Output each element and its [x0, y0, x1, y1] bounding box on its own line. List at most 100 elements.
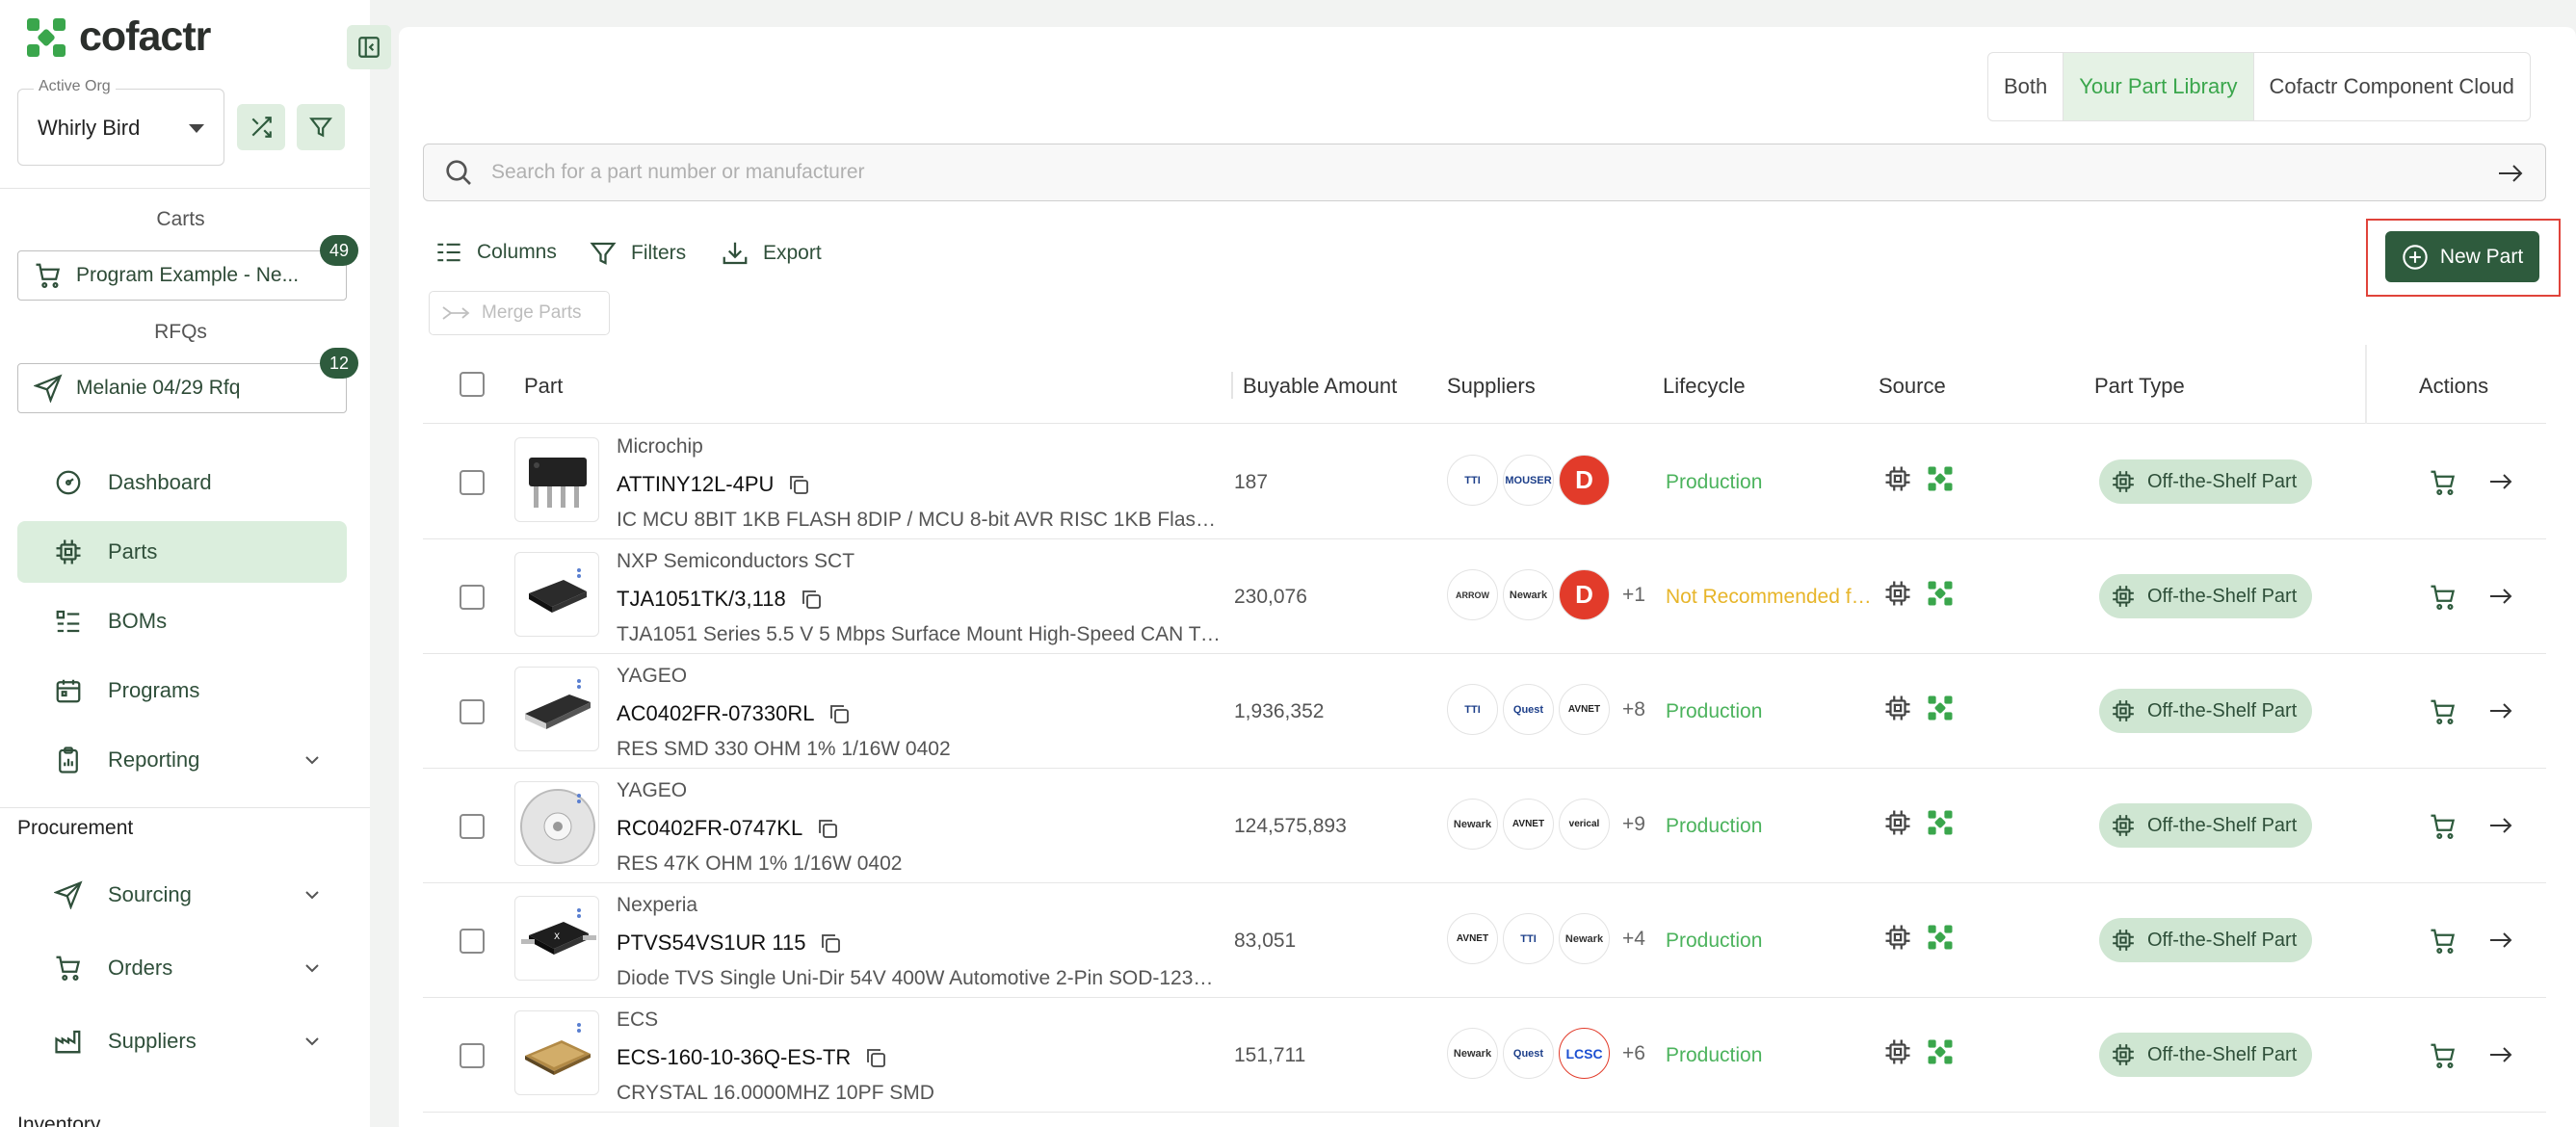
supplier-logos: Newark AVNET verical +9	[1447, 799, 1645, 850]
supplier-logos: TTI Quest AVNET +8	[1447, 684, 1645, 735]
nav-reporting[interactable]: Reporting	[17, 729, 347, 791]
org-filter-button[interactable]	[297, 104, 345, 150]
row-checkbox[interactable]	[460, 470, 485, 495]
row-checkbox[interactable]	[460, 585, 485, 610]
nav-suppliers[interactable]: Suppliers	[17, 1010, 347, 1072]
add-to-cart-icon[interactable]	[2429, 927, 2458, 956]
cofactr-source-icon	[1928, 925, 1953, 950]
header-suppliers[interactable]: Suppliers	[1447, 374, 1536, 399]
copy-icon[interactable]	[828, 702, 851, 725]
supplier-logo: verical	[1559, 799, 1610, 850]
factory-icon	[55, 1030, 81, 1054]
header-buyable-amount[interactable]: Buyable Amount	[1243, 374, 1397, 399]
toggle-both[interactable]: Both	[1988, 53, 2064, 120]
rfq-count-badge: 12	[320, 348, 358, 379]
copy-icon[interactable]	[819, 931, 842, 955]
search-icon	[446, 160, 471, 185]
part-number: RC0402FR-0747KL	[617, 816, 839, 841]
add-to-cart-icon[interactable]	[2429, 1041, 2458, 1070]
supplier-logos: TTI MOUSER D	[1447, 455, 1622, 506]
buyable-amount: 1,936,352	[1234, 700, 1325, 722]
buyable-amount: 151,711	[1234, 1044, 1306, 1066]
open-part-arrow-icon[interactable]	[2488, 699, 2513, 722]
header-part[interactable]: Part	[524, 374, 563, 399]
copy-icon[interactable]	[864, 1046, 887, 1069]
new-part-button[interactable]: New Part	[2385, 231, 2539, 282]
active-cart-button[interactable]: Program Example - Ne...	[17, 250, 347, 301]
nav-dashboard[interactable]: Dashboard	[17, 452, 347, 513]
chevron-down-icon	[305, 891, 319, 900]
nav-sourcing[interactable]: Sourcing	[17, 864, 347, 926]
export-button[interactable]: Export	[721, 239, 822, 268]
list-icon	[56, 610, 80, 633]
active-rfq-name: Melanie 04/29 Rfq	[76, 377, 241, 399]
header-source[interactable]: Source	[1879, 374, 1946, 399]
supplier-logo: D	[1559, 455, 1610, 506]
copy-icon[interactable]	[816, 817, 839, 840]
chip-icon	[56, 539, 81, 564]
table-row[interactable]: X Nexperia PTVS54VS1UR 115 Diode TVS Sin…	[423, 884, 2546, 998]
open-part-arrow-icon[interactable]	[2488, 470, 2513, 493]
supplier-logos: ARROW Newark D +1	[1447, 569, 1645, 620]
nav-boms[interactable]: BOMs	[17, 590, 347, 652]
table-row[interactable]: Microchip ATTINY12L-4PU IC MCU 8BIT 1KB …	[423, 426, 2546, 539]
rfqs-heading: RFQs	[154, 321, 207, 343]
search-input[interactable]	[491, 161, 2466, 184]
add-to-cart-icon[interactable]	[2429, 583, 2458, 612]
chip-icon	[2113, 586, 2134, 607]
supplier-logo: D	[1559, 569, 1610, 620]
table-row[interactable]: YAGEO RC0402FR-0747KL RES 47K OHM 1% 1/1…	[423, 770, 2546, 883]
column-separator	[1231, 372, 1233, 399]
open-part-arrow-icon[interactable]	[2488, 814, 2513, 837]
cofactr-logo[interactable]: cofactr	[23, 13, 211, 61]
manufacturer: YAGEO	[617, 779, 688, 801]
select-all-checkbox[interactable]	[460, 372, 485, 397]
row-checkbox[interactable]	[460, 814, 485, 839]
shuffle-icon	[251, 117, 272, 138]
add-to-cart-icon[interactable]	[2429, 468, 2458, 497]
nav-parts[interactable]: Parts	[17, 521, 347, 583]
arrow-right-icon[interactable]	[2497, 162, 2524, 185]
clipboard-icon	[59, 747, 78, 773]
row-checkbox[interactable]	[460, 1043, 485, 1068]
manufacturer: NXP Semiconductors SCT	[617, 550, 855, 572]
calendar-icon	[56, 679, 81, 703]
header-part-type[interactable]: Part Type	[2094, 374, 2185, 399]
header-lifecycle[interactable]: Lifecycle	[1663, 374, 1746, 399]
manufacturer: ECS	[617, 1009, 659, 1031]
open-part-arrow-icon[interactable]	[2488, 1043, 2513, 1066]
row-checkbox[interactable]	[460, 699, 485, 724]
manufacturer: Microchip	[617, 435, 703, 458]
copy-icon[interactable]	[787, 473, 810, 496]
add-to-cart-icon[interactable]	[2429, 697, 2458, 726]
open-part-arrow-icon[interactable]	[2488, 585, 2513, 608]
active-org-select[interactable]: Active Org Whirly Bird	[17, 78, 224, 166]
nav-programs[interactable]: Programs	[17, 660, 347, 721]
source-icons	[1883, 808, 1955, 837]
part-image: X	[514, 896, 599, 981]
toggle-component-cloud[interactable]: Cofactr Component Cloud	[2254, 53, 2530, 120]
toggle-your-library[interactable]: Your Part Library	[2063, 53, 2254, 120]
part-type-label: Off-the-Shelf Part	[2147, 1043, 2298, 1065]
manufacturer: Nexperia	[617, 894, 698, 916]
collapse-sidebar-button[interactable]	[347, 25, 391, 69]
table-row[interactable]: ECS ECS-160-10-36Q-ES-TR CRYSTAL 16.0000…	[423, 999, 2546, 1113]
source-icons	[1883, 1037, 1955, 1066]
part-type-badge: Off-the-Shelf Part	[2099, 1033, 2313, 1077]
part-number: ECS-160-10-36Q-ES-TR	[617, 1045, 887, 1070]
merge-parts-button[interactable]: Merge Parts	[429, 291, 610, 335]
table-row[interactable]: NXP Semiconductors SCT TJA1051TK/3,118 T…	[423, 540, 2546, 654]
supplier-logo: LCSC	[1559, 1028, 1610, 1079]
active-rfq-button[interactable]: Melanie 04/29 Rfq	[17, 363, 347, 413]
chip-icon	[2113, 1044, 2134, 1065]
table-row[interactable]: YAGEO AC0402FR-07330RL RES SMD 330 OHM 1…	[423, 655, 2546, 769]
switch-org-button[interactable]	[237, 104, 285, 150]
more-suppliers-count: +1	[1622, 583, 1645, 606]
filters-button[interactable]: Filters	[589, 239, 686, 268]
columns-button[interactable]: Columns	[434, 239, 557, 266]
copy-icon[interactable]	[800, 588, 823, 611]
row-checkbox[interactable]	[460, 929, 485, 954]
open-part-arrow-icon[interactable]	[2488, 929, 2513, 952]
nav-orders[interactable]: Orders	[17, 937, 347, 999]
add-to-cart-icon[interactable]	[2429, 812, 2458, 841]
